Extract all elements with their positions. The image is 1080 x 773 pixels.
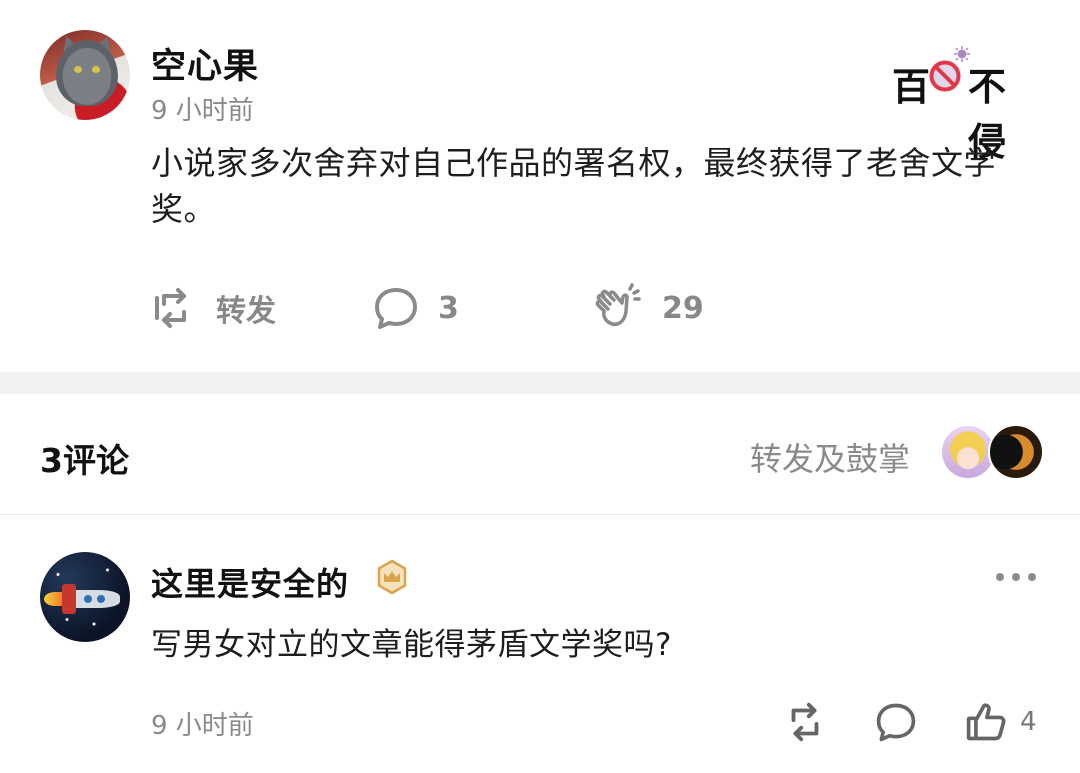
brand-logo-text-left: 百 [892, 64, 931, 109]
commenter-name[interactable]: 这里是安全的 [151, 559, 349, 605]
post-time: 9 小时前 [151, 96, 254, 126]
author-name[interactable]: 空心果 [151, 38, 259, 89]
reposts-and-claps-link[interactable]: 转发及鼓掌 [750, 434, 910, 480]
comment-bubble-icon [375, 288, 417, 329]
comment-like-button[interactable]: 4 [964, 697, 1037, 747]
comment-repost-button[interactable] [782, 697, 828, 747]
rocket-fin [62, 584, 76, 614]
post-action-bar: 转发 3 29 [0, 280, 1080, 336]
more-dot [1012, 573, 1020, 581]
rocket-window [84, 595, 92, 603]
cat-figure [56, 40, 118, 106]
section-divider [0, 372, 1080, 394]
post-detail-page: 空心果 9 小时前 百 不侵 小说家多次舍弃对自己作品的署名权，最终获得了老舍文… [0, 0, 1080, 773]
post-body: 小说家多次舍弃对自己作品的署名权，最终获得了老舍文学奖。 [151, 144, 997, 228]
reactor-avatar [988, 424, 1044, 480]
reactor-avatars[interactable] [940, 424, 1050, 480]
post-card: 空心果 9 小时前 百 不侵 小说家多次舍弃对自己作品的署名权，最终获得了老舍文… [0, 0, 1080, 372]
ban-virus-icon [929, 60, 961, 92]
clap-button[interactable]: 29 [590, 280, 704, 336]
comments-count-tab[interactable]: 3评论 [40, 434, 129, 482]
comment-text: 写男女对立的文章能得茅盾文学奖吗? [151, 627, 672, 663]
repost-icon [791, 702, 819, 742]
commenter-avatar[interactable] [40, 552, 130, 642]
more-dot [1028, 573, 1036, 581]
rocket-window [97, 595, 105, 603]
more-options-button[interactable] [996, 565, 1036, 589]
author-avatar[interactable] [40, 30, 130, 120]
comment-count: 3 [438, 290, 459, 326]
clap-count: 29 [662, 290, 704, 326]
thumbs-up-icon [966, 703, 1006, 741]
comment-button[interactable]: 3 [372, 280, 459, 336]
repost-button[interactable]: 转发 [150, 280, 276, 336]
comment-time: 9 小时前 [151, 711, 254, 741]
like-count: 4 [1020, 707, 1037, 737]
repost-icon [155, 288, 186, 328]
comment-bubble-icon [876, 703, 916, 742]
more-dot [996, 573, 1004, 581]
brand-logo: 百 不侵 [890, 46, 1040, 164]
cat-eye [74, 66, 82, 73]
comment-reply-button[interactable] [874, 697, 918, 747]
comments-header: 3评论 转发及鼓掌 [0, 394, 1080, 515]
cat-eye [92, 66, 100, 73]
repost-label: 转发 [216, 294, 276, 329]
comment-item: 这里是安全的 写男女对立的文章能得茅盾文学奖吗? 9 小时前 4 [0, 515, 1080, 773]
crown-badge-icon [377, 559, 407, 595]
clap-icon [595, 283, 641, 326]
